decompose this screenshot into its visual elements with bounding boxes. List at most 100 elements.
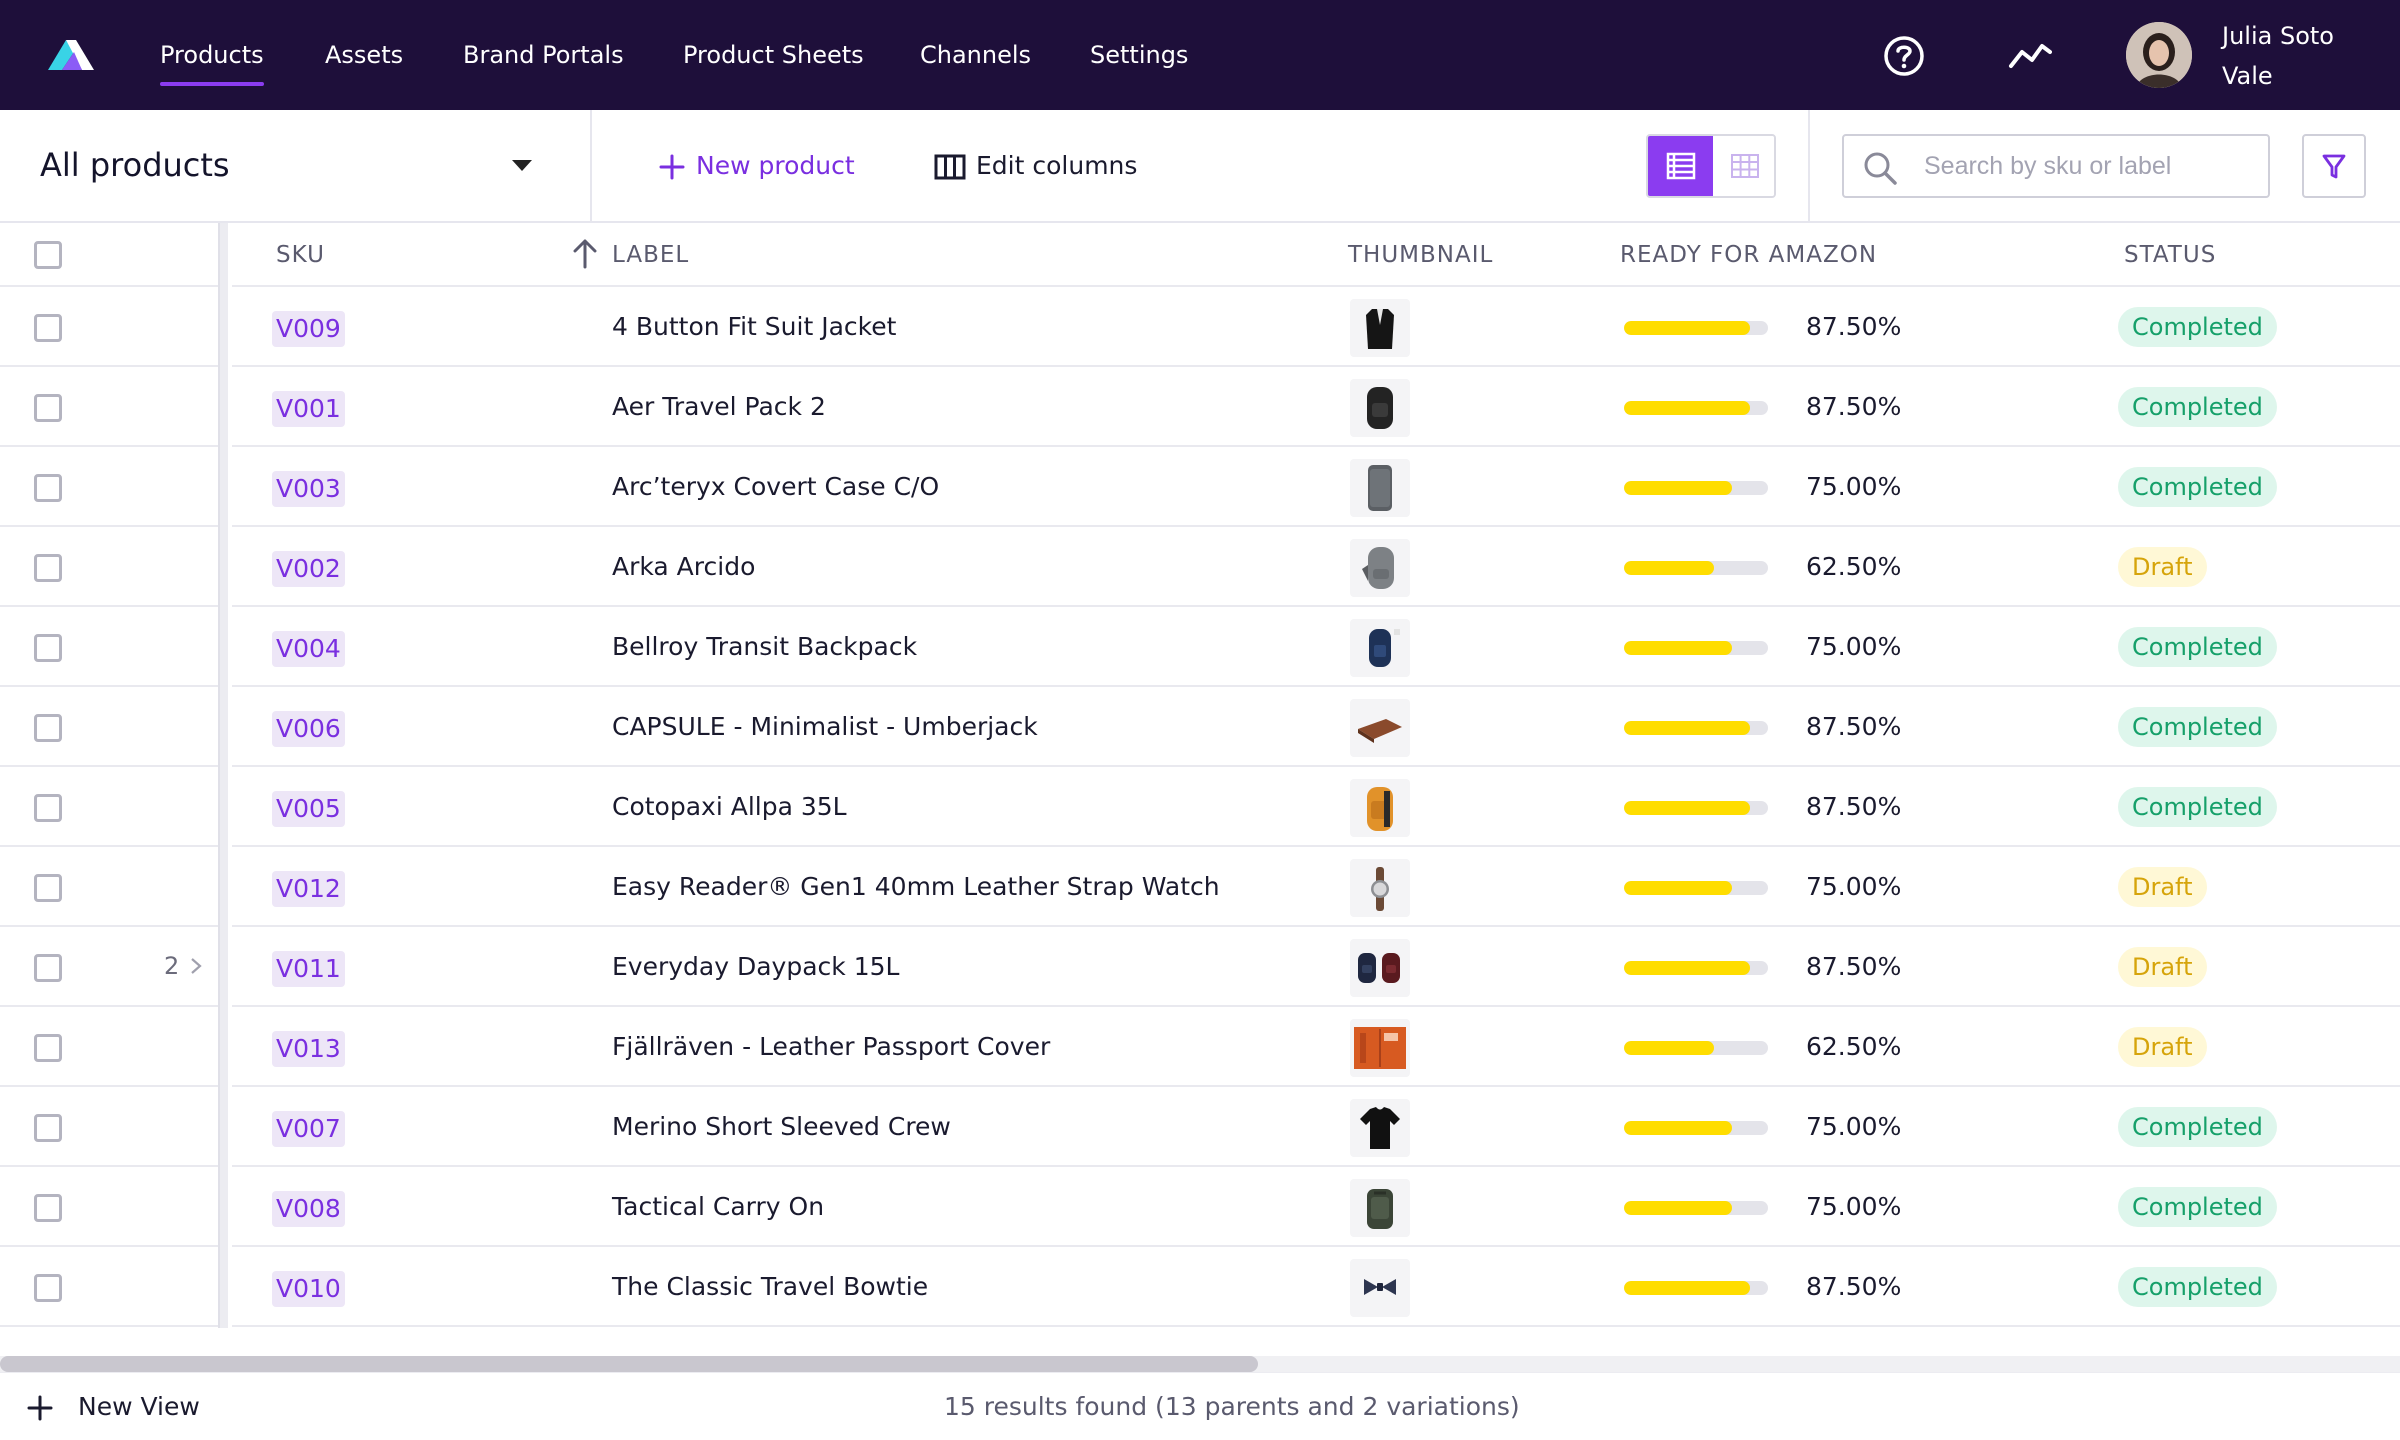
readiness-progress-bar: [1624, 961, 1768, 975]
product-thumbnail[interactable]: [1350, 779, 1410, 837]
variation-count[interactable]: 2: [164, 949, 179, 983]
columns-icon: [934, 154, 966, 180]
row-checkbox[interactable]: [34, 1114, 62, 1142]
sku-link[interactable]: V001: [272, 391, 345, 427]
product-label: Arc’teryx Covert Case C/O: [612, 472, 940, 501]
column-header-thumbnail[interactable]: THUMBNAIL: [1348, 239, 1493, 271]
user-avatar[interactable]: [2126, 22, 2192, 88]
app-logo-icon[interactable]: [44, 34, 98, 74]
new-product-button[interactable]: New product: [658, 146, 855, 186]
row-checkbox[interactable]: [34, 1194, 62, 1222]
status-badge: Completed: [2118, 707, 2277, 747]
row-checkbox[interactable]: [34, 474, 62, 502]
user-name-line2: Vale: [2222, 62, 2273, 90]
product-thumbnail[interactable]: [1350, 459, 1410, 517]
table-row[interactable]: V002 Arka Arcido 62.50% Draft: [0, 527, 2400, 607]
sku-link[interactable]: V011: [272, 951, 345, 987]
product-thumbnail[interactable]: [1350, 1179, 1410, 1237]
table-row[interactable]: V007 Merino Short Sleeved Crew 75.00% Compl…: [0, 1087, 2400, 1167]
table-row[interactable]: V006 CAPSULE - Minimalist - Umberjack 87.5…: [0, 687, 2400, 767]
sku-link[interactable]: V007: [272, 1111, 345, 1147]
sku-link[interactable]: V013: [272, 1031, 345, 1067]
chevron-right-icon[interactable]: [190, 957, 202, 975]
grid-view-button[interactable]: [1713, 136, 1774, 196]
product-thumbnail[interactable]: [1350, 1019, 1410, 1077]
table-row[interactable]: V001 Aer Travel Pack 2 87.50% Completed: [0, 367, 2400, 447]
row-checkbox[interactable]: [34, 954, 62, 982]
horizontal-scrollbar[interactable]: [0, 1356, 2400, 1372]
product-thumbnail[interactable]: [1350, 619, 1410, 677]
status-badge: Completed: [2118, 467, 2277, 507]
nav-item-product-sheets[interactable]: Product Sheets: [683, 38, 864, 72]
help-icon[interactable]: [1882, 34, 1926, 78]
sku-link[interactable]: V004: [272, 631, 345, 667]
table-row[interactable]: V004 Bellroy Transit Backpack 75.00% Comple…: [0, 607, 2400, 687]
table-row[interactable]: V013 Fjällräven - Leather Passport Cover 6…: [0, 1007, 2400, 1087]
row-checkbox[interactable]: [34, 1274, 62, 1302]
horizontal-scrollbar-thumb[interactable]: [0, 1356, 1258, 1372]
row-checkbox[interactable]: [34, 314, 62, 342]
row-checkbox[interactable]: [34, 794, 62, 822]
row-checkbox[interactable]: [34, 714, 62, 742]
sku-link[interactable]: V012: [272, 871, 345, 907]
status-badge: Completed: [2118, 307, 2277, 347]
edit-columns-button[interactable]: Edit columns: [934, 146, 1137, 186]
view-selector[interactable]: All products: [0, 110, 592, 221]
sku-link[interactable]: V006: [272, 711, 345, 747]
row-checkbox[interactable]: [34, 874, 62, 902]
select-all-checkbox[interactable]: [34, 241, 62, 269]
activity-icon[interactable]: [2008, 34, 2052, 78]
product-thumbnail[interactable]: [1350, 1099, 1410, 1157]
product-thumbnail[interactable]: [1350, 299, 1410, 357]
table-row[interactable]: 2 V011 Everyday Daypack 15L 87.50% Draft: [0, 927, 2400, 1007]
column-header-status[interactable]: STATUS: [2124, 239, 2216, 271]
product-thumbnail[interactable]: [1350, 859, 1410, 917]
readiness-progress-bar: [1624, 801, 1768, 815]
sku-link[interactable]: V008: [272, 1191, 345, 1227]
table-row[interactable]: V005 Cotopaxi Allpa 35L 87.50% Completed: [0, 767, 2400, 847]
nav-item-settings[interactable]: Settings: [1090, 38, 1188, 72]
sku-link[interactable]: V002: [272, 551, 345, 587]
nav-item-channels[interactable]: Channels: [920, 38, 1031, 72]
user-name[interactable]: Julia Soto Vale: [2222, 16, 2392, 96]
table-row[interactable]: V010 The Classic Travel Bowtie 87.50% Compl…: [0, 1247, 2400, 1327]
sku-link[interactable]: V009: [272, 311, 345, 347]
nav-item-brand-portals[interactable]: Brand Portals: [463, 38, 624, 72]
status-badge: Completed: [2118, 387, 2277, 427]
new-view-button[interactable]: New View: [26, 1387, 200, 1427]
readiness-percent: 75.00%: [1806, 872, 1902, 901]
product-thumbnail[interactable]: [1350, 699, 1410, 757]
status-badge: Completed: [2118, 1107, 2277, 1147]
filter-button[interactable]: [2302, 134, 2366, 198]
column-header-ready-for-amazon[interactable]: READY FOR AMAZON: [1620, 239, 1877, 271]
readiness-progress-bar: [1624, 1281, 1768, 1295]
view-mode-toggle: [1646, 134, 1776, 198]
product-thumbnail[interactable]: [1350, 1259, 1410, 1317]
row-checkbox[interactable]: [34, 634, 62, 662]
search-input[interactable]: [1924, 146, 2254, 186]
list-view-button[interactable]: [1648, 136, 1713, 196]
nav-item-products[interactable]: Products: [160, 38, 264, 86]
table-row[interactable]: V003 Arc’teryx Covert Case C/O 75.00% Compl…: [0, 447, 2400, 527]
sku-link[interactable]: V005: [272, 791, 345, 827]
nav-item-assets[interactable]: Assets: [325, 38, 403, 72]
table-row[interactable]: V009 4 Button Fit Suit Jacket 87.50% Comple…: [0, 287, 2400, 367]
table-row[interactable]: V012 Easy Reader® Gen1 40mm Leather Strap…: [0, 847, 2400, 927]
sku-link[interactable]: V003: [272, 471, 345, 507]
footer-bar: New View 15 results found (13 parents an…: [0, 1372, 2400, 1440]
column-header-label[interactable]: LABEL: [612, 239, 689, 271]
table-row[interactable]: V008 Tactical Carry On 75.00% Completed: [0, 1167, 2400, 1247]
product-label: Aer Travel Pack 2: [612, 392, 826, 421]
readiness-progress-fill: [1624, 1201, 1732, 1215]
row-checkbox[interactable]: [34, 1034, 62, 1062]
product-thumbnail[interactable]: [1350, 539, 1410, 597]
row-checkbox[interactable]: [34, 554, 62, 582]
column-header-sku[interactable]: SKU: [276, 239, 325, 271]
sort-ascending-icon[interactable]: [572, 237, 598, 269]
row-checkbox[interactable]: [34, 394, 62, 422]
product-thumbnail[interactable]: [1350, 939, 1410, 997]
readiness-percent: 87.50%: [1806, 1272, 1902, 1301]
readiness-progress-bar: [1624, 481, 1768, 495]
sku-link[interactable]: V010: [272, 1271, 345, 1307]
product-thumbnail[interactable]: [1350, 379, 1410, 437]
